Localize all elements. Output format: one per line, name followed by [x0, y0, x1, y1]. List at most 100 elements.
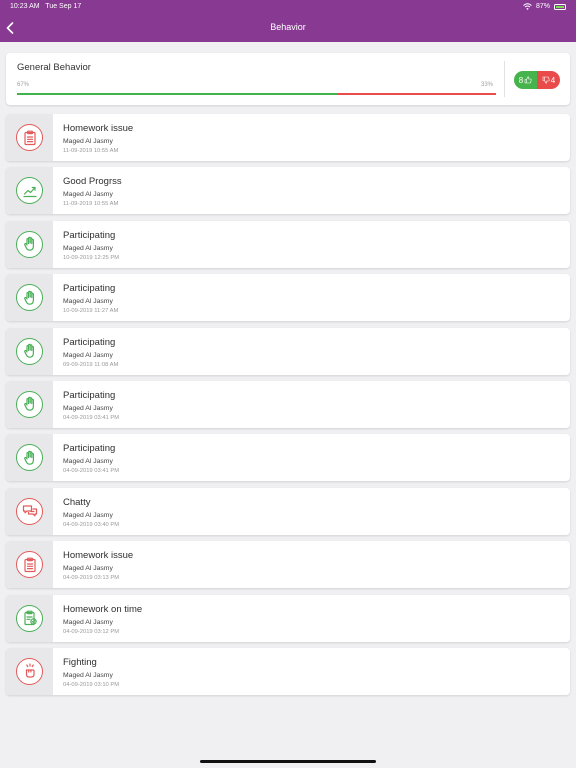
clipboard-check-icon	[22, 610, 38, 626]
record-title: Participating	[63, 229, 116, 241]
record-icon-box	[6, 114, 53, 161]
record-icon-box	[6, 434, 53, 482]
behavior-ratio-bar	[17, 93, 496, 95]
record-date: 04-09-2019 03:41 PM	[63, 468, 120, 475]
record-icon-box	[6, 380, 53, 428]
good-percent-label: 67%	[17, 82, 30, 88]
clipboard-icon	[22, 130, 38, 146]
status-right: 87%	[523, 3, 566, 10]
record-title: Homework on time	[63, 603, 143, 615]
raised-hand-icon	[22, 290, 38, 306]
behavior-record-row[interactable]: Fighting Maged Al Jasmy 04-09-2019 03:10 P…	[6, 647, 570, 695]
record-icon-box	[6, 594, 53, 642]
record-icon-box	[6, 220, 53, 268]
battery-percent: 87%	[535, 3, 550, 10]
record-teacher: Maged Al Jasmy	[63, 511, 113, 519]
record-teacher: Maged Al Jasmy	[63, 671, 113, 679]
record-date: 11-09-2019 10:55 AM	[63, 201, 119, 208]
app-header: 10:23 AM Tue Sep 17 87% Behavior	[0, 0, 576, 42]
chat-bubbles-icon	[22, 503, 38, 519]
record-icon-circle	[16, 497, 43, 525]
behavior-record-row[interactable]: Chatty Maged Al Jasmy 04-09-2019 03:40 PM	[6, 487, 570, 535]
raised-hand-icon	[22, 343, 38, 359]
bad-ratio-fill	[337, 93, 496, 95]
record-title: Participating	[63, 443, 116, 455]
page-title: Behavior	[270, 22, 306, 32]
raised-hand-icon	[22, 450, 38, 466]
general-behavior-card: General Behavior 67% 33% 8 4	[6, 53, 570, 105]
wifi-icon	[523, 3, 532, 10]
home-indicator	[200, 760, 376, 763]
fist-icon	[22, 663, 38, 679]
behavior-record-row[interactable]: Homework on time Maged Al Jasmy 04-09-2019…	[6, 594, 570, 642]
record-icon-circle	[16, 604, 43, 632]
record-teacher: Maged Al Jasmy	[63, 458, 113, 466]
record-icon-circle	[16, 444, 43, 472]
bad-count-badge[interactable]: 4	[537, 71, 560, 89]
behavior-record-row[interactable]: Participating Maged Al Jasmy 10-09-2019 12…	[6, 220, 570, 268]
raised-hand-icon	[22, 236, 38, 252]
record-title: Chatty	[63, 496, 91, 508]
record-teacher: Maged Al Jasmy	[63, 565, 113, 573]
nav-bar: Behavior	[0, 20, 576, 36]
record-date: 04-09-2019 03:12 PM	[63, 628, 120, 635]
record-icon-circle	[16, 177, 43, 205]
record-date: 04-09-2019 03:41 PM	[63, 414, 120, 421]
record-title: Homework issue	[63, 123, 134, 134]
behavior-record-row[interactable]: Participating Maged Al Jasmy 09-09-2019 11…	[6, 327, 570, 375]
record-icon-box	[6, 487, 53, 535]
record-date: 04-09-2019 03:13 PM	[63, 575, 120, 582]
record-icon-box	[6, 167, 53, 215]
record-date: 09-09-2019 11:08 AM	[63, 361, 119, 368]
thumbs-up-icon	[524, 76, 532, 84]
behavior-record-row[interactable]: Participating Maged Al Jasmy 10-09-2019 11…	[6, 274, 570, 322]
status-bar: 10:23 AM Tue Sep 17 87%	[0, 3, 576, 13]
trend-up-icon	[22, 183, 38, 199]
record-date: 10-09-2019 11:27 AM	[63, 308, 119, 315]
status-time: 10:23 AM	[10, 3, 40, 10]
record-title: Participating	[63, 389, 116, 401]
record-teacher: Maged Al Jasmy	[63, 298, 113, 306]
record-date: 10-09-2019 12:25 PM	[63, 254, 120, 261]
record-title: Participating	[63, 336, 116, 348]
record-title: Fighting	[63, 656, 97, 668]
behavior-record-row[interactable]: Participating Maged Al Jasmy 04-09-2019 03…	[6, 380, 570, 428]
good-count: 8	[518, 75, 524, 85]
behavior-record-row[interactable]: Good Progrss Maged Al Jasmy 11-09-2019 10:…	[6, 167, 570, 215]
record-teacher: Maged Al Jasmy	[63, 351, 113, 359]
behavior-count-pill: 8 4	[514, 71, 560, 89]
status-date: Tue Sep 17	[45, 3, 82, 10]
record-icon-circle	[16, 230, 43, 258]
record-icon-circle	[16, 337, 43, 365]
record-icon-box	[6, 274, 53, 322]
summary-title: General Behavior	[17, 62, 91, 73]
bad-percent-label: 33%	[481, 82, 494, 88]
record-date: 04-09-2019 03:10 PM	[63, 681, 120, 688]
summary-divider	[504, 61, 505, 97]
record-date: 04-09-2019 03:40 PM	[63, 521, 120, 528]
record-title: Participating	[63, 283, 116, 295]
record-icon-box	[6, 647, 53, 695]
record-teacher: Maged Al Jasmy	[63, 191, 113, 199]
behavior-list: Homework issue Maged Al Jasmy 11-09-2019 1…	[6, 114, 570, 701]
bad-count: 4	[550, 75, 556, 85]
record-icon-box	[6, 327, 53, 375]
record-title: Good Progrss	[63, 176, 122, 188]
record-icon-circle	[16, 284, 43, 312]
clipboard-icon	[22, 557, 38, 573]
battery-icon	[554, 3, 566, 10]
record-teacher: Maged Al Jasmy	[63, 404, 113, 412]
record-date: 11-09-2019 10:55 AM	[63, 148, 119, 154]
thumbs-down-icon	[542, 76, 550, 84]
record-teacher: Maged Al Jasmy	[63, 244, 113, 252]
record-teacher: Maged Al Jasmy	[63, 618, 113, 626]
behavior-record-row[interactable]: Homework issue Maged Al Jasmy 04-09-2019 0…	[6, 541, 570, 589]
record-icon-circle	[16, 124, 43, 151]
behavior-record-row[interactable]: Participating Maged Al Jasmy 04-09-2019 03…	[6, 434, 570, 482]
good-count-badge[interactable]: 8	[514, 71, 537, 89]
record-title: Homework issue	[63, 550, 134, 562]
behavior-record-row[interactable]: Homework issue Maged Al Jasmy 11-09-2019 1…	[6, 114, 570, 161]
raised-hand-icon	[22, 396, 38, 412]
good-ratio-fill	[17, 93, 338, 95]
record-icon-circle	[16, 551, 43, 579]
